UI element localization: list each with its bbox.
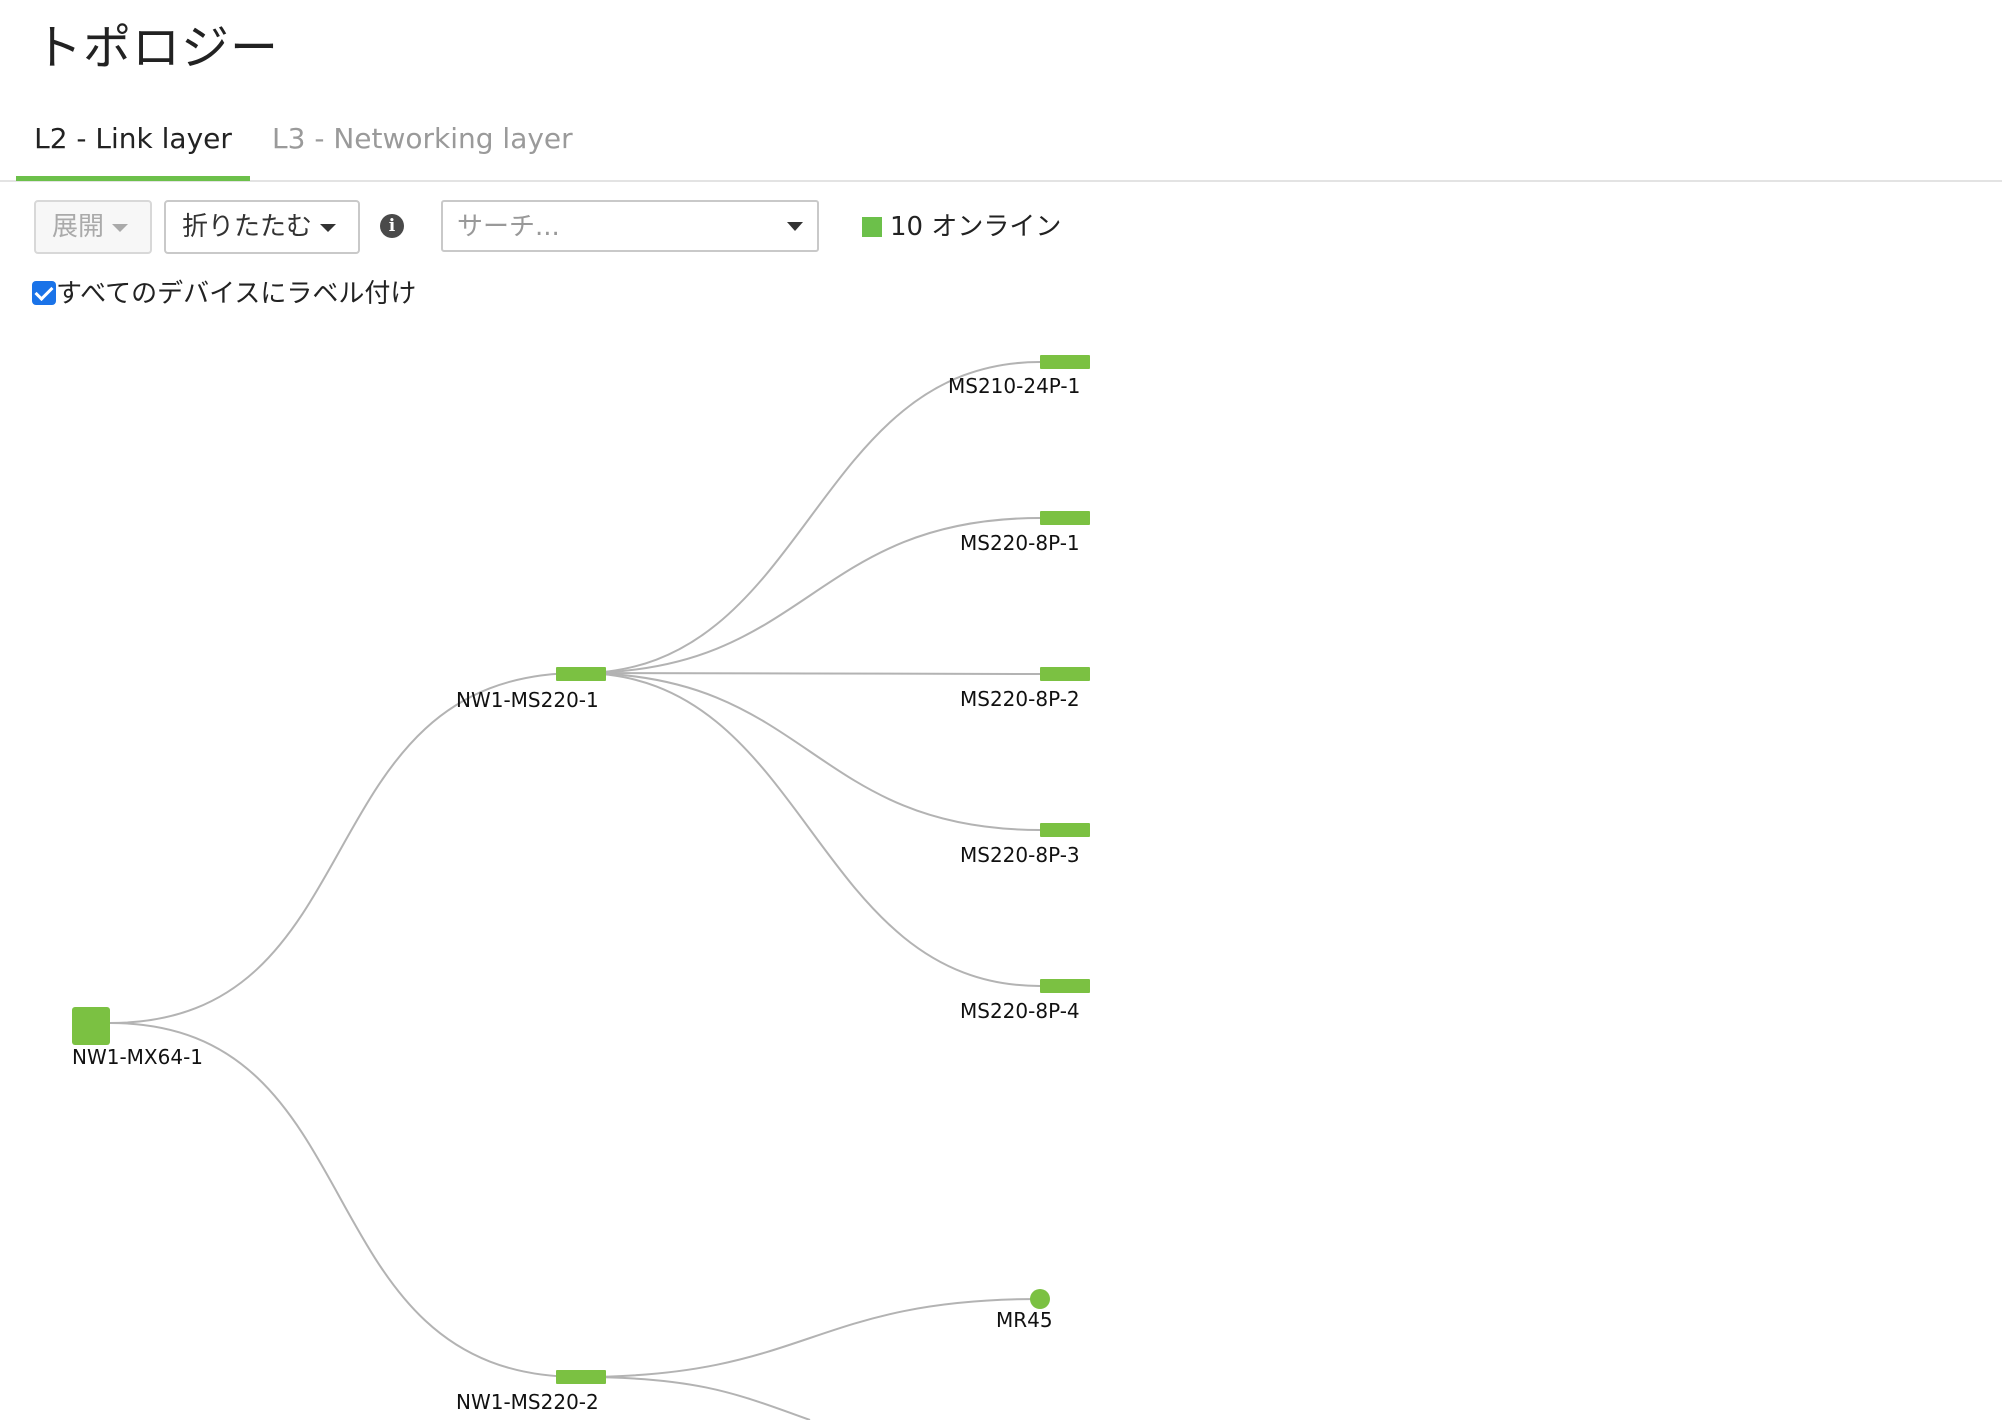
topology-nodes[interactable] — [72, 355, 1090, 1384]
node-label-nw1-mx64-1: NW1-MX64-1 — [72, 1045, 203, 1069]
link-ms220-1-to-ms210-24p-1 — [579, 361, 1041, 674]
link-mx64-to-ms220-2 — [109, 1022, 581, 1378]
node-ms220-8p-1[interactable] — [1040, 511, 1090, 525]
link-ms220-2-to-mr45 — [579, 1298, 1041, 1378]
link-ms220-1-to-ms220-8p-2 — [579, 672, 1041, 675]
topology-page: { "page": { "title": "トポロジー" }, "tabs": … — [0, 0, 2002, 1420]
node-label-ms220-8p-2: MS220-8P-2 — [960, 687, 1080, 711]
node-label-mr45: MR45 — [996, 1308, 1053, 1332]
link-ms220-1-to-ms220-8p-4 — [579, 672, 1041, 987]
node-label-ms210-24p-1: MS210-24P-1 — [948, 374, 1080, 398]
node-ms210-24p-1[interactable] — [1040, 355, 1090, 369]
link-ms220-2-to-offscreen — [579, 1376, 811, 1420]
topology-links — [109, 361, 1041, 1420]
topology-labels: NW1-MX64-1 NW1-MS220-1 NW1-MS220-2 MS210… — [72, 374, 1080, 1414]
link-mx64-to-ms220-1 — [109, 672, 581, 1024]
node-label-nw1-ms220-2: NW1-MS220-2 — [456, 1390, 599, 1414]
node-nw1-ms220-1[interactable] — [556, 667, 606, 681]
node-ms220-8p-4[interactable] — [1040, 979, 1090, 993]
topology-diagram[interactable]: NW1-MX64-1 NW1-MS220-1 NW1-MS220-2 MS210… — [0, 0, 2002, 1420]
node-label-nw1-ms220-1: NW1-MS220-1 — [456, 688, 599, 712]
node-ms220-8p-2[interactable] — [1040, 667, 1090, 681]
node-label-ms220-8p-3: MS220-8P-3 — [960, 843, 1080, 867]
node-ms220-8p-3[interactable] — [1040, 823, 1090, 837]
node-label-ms220-8p-1: MS220-8P-1 — [960, 531, 1080, 555]
node-label-ms220-8p-4: MS220-8P-4 — [960, 999, 1080, 1023]
node-nw1-ms220-2[interactable] — [556, 1370, 606, 1384]
node-nw1-mx64-1[interactable] — [72, 1007, 110, 1045]
node-mr45[interactable] — [1030, 1289, 1050, 1309]
